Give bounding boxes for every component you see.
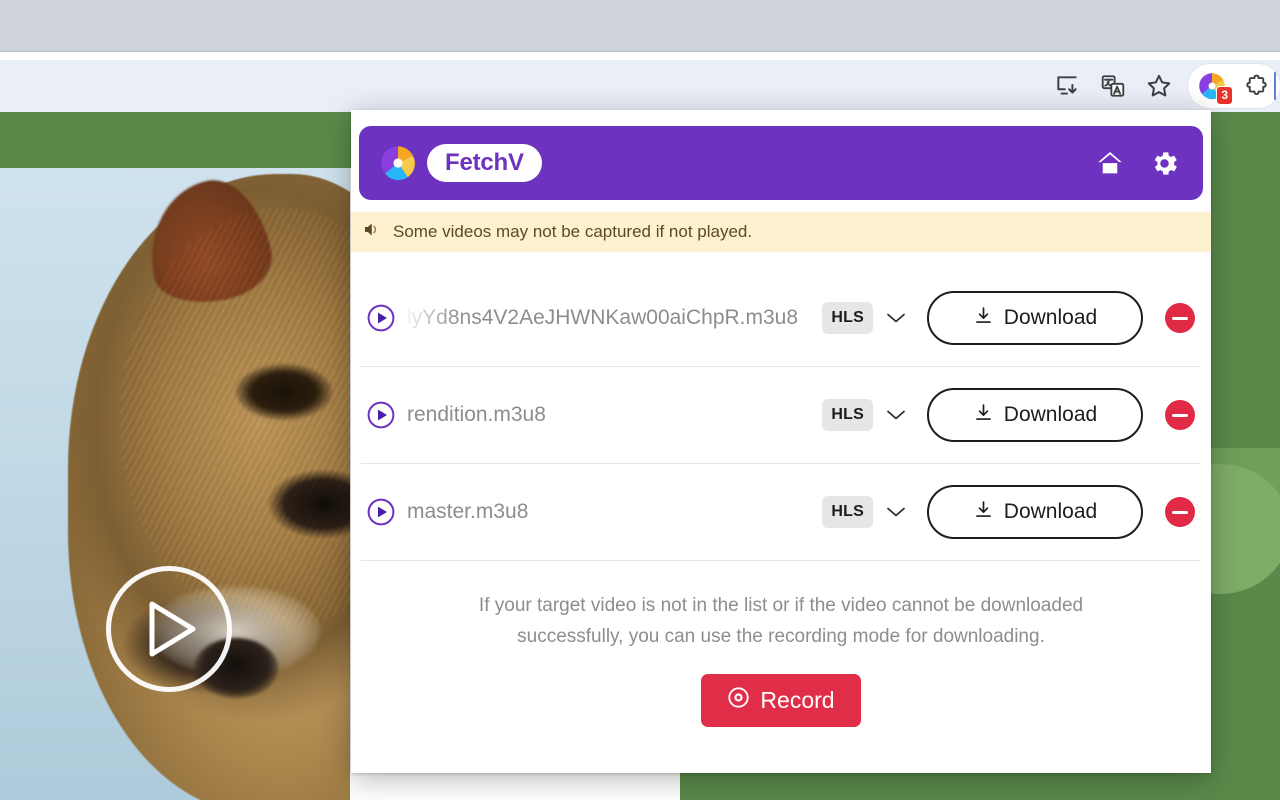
video-play-button[interactable] (106, 566, 232, 692)
remove-button[interactable] (1165, 303, 1195, 333)
preview-play-icon[interactable] (367, 401, 395, 429)
download-icon (973, 499, 994, 526)
extensions-puzzle-icon[interactable] (1234, 64, 1278, 108)
fetchv-logo-icon (379, 144, 417, 182)
format-badge: HLS (822, 302, 873, 334)
table-row: master.m3u8 HLS Download (361, 464, 1201, 561)
fetchv-extension-icon[interactable]: 3 (1190, 64, 1234, 108)
format-badge: HLS (822, 496, 873, 528)
video-filename: rendition.m3u8 (407, 403, 546, 426)
record-icon (727, 686, 750, 715)
minus-icon (1172, 510, 1188, 514)
video-filename: master.m3u8 (407, 500, 529, 523)
install-app-icon[interactable] (1044, 63, 1090, 109)
speaker-icon (363, 221, 382, 243)
download-button-label: Download (1003, 403, 1098, 426)
gear-icon[interactable] (1147, 146, 1181, 180)
brand: FetchV (379, 143, 542, 183)
video-player[interactable] (0, 168, 350, 800)
preview-play-icon[interactable] (367, 498, 395, 526)
chevron-down-icon[interactable] (879, 495, 913, 529)
minus-icon (1172, 316, 1188, 320)
chevron-down-icon[interactable] (879, 301, 913, 335)
capture-notice-text: Some videos may not be captured if not p… (393, 222, 753, 241)
preview-play-icon[interactable] (367, 304, 395, 332)
toolbar-right-edge-marker (1274, 72, 1276, 100)
download-icon (973, 402, 994, 429)
download-button-label: Download (1003, 306, 1098, 329)
record-button-wrap: Record (415, 673, 1147, 727)
remove-button[interactable] (1165, 400, 1195, 430)
chrome-gap (0, 53, 1280, 60)
record-button-label: Record (760, 686, 835, 713)
extension-badge-count: 3 (1216, 86, 1233, 105)
remove-button[interactable] (1165, 497, 1195, 527)
footer-hint-line2: successfully, you can use the recording … (517, 625, 1045, 647)
download-button[interactable]: Download (927, 485, 1143, 539)
minus-icon (1172, 413, 1188, 417)
download-button-label: Download (1003, 500, 1098, 523)
table-row: lyYd8ns4V2AeJHWNKaw00aiChpR.m3u8 HLS Dow… (361, 270, 1201, 367)
popup-header-actions (1093, 146, 1181, 180)
popup-footer: If your target video is not in the list … (351, 561, 1211, 727)
download-button[interactable]: Download (927, 291, 1143, 345)
record-button[interactable]: Record (701, 673, 861, 727)
video-list: lyYd8ns4V2AeJHWNKaw00aiChpR.m3u8 HLS Dow… (351, 270, 1211, 561)
popup-header: FetchV (359, 126, 1203, 200)
translate-icon[interactable] (1090, 63, 1136, 109)
chevron-down-icon[interactable] (879, 398, 913, 432)
capture-notice-banner: Some videos may not be captured if not p… (351, 212, 1211, 252)
bookmark-star-icon[interactable] (1136, 63, 1182, 109)
video-subject-detail (236, 364, 332, 420)
table-row: rendition.m3u8 HLS Download (361, 367, 1201, 464)
download-icon (973, 305, 994, 332)
home-icon[interactable] (1093, 146, 1127, 180)
browser-tab-strip[interactable] (0, 0, 1280, 52)
browser-toolbar-actions: 3 (1044, 60, 1280, 112)
format-badge: HLS (822, 399, 873, 431)
download-button[interactable]: Download (927, 388, 1143, 442)
fetchv-popup: FetchV Some videos may not be captured i… (351, 110, 1211, 773)
video-filename: lyYd8ns4V2AeJHWNKaw00aiChpR.m3u8 (407, 306, 799, 329)
footer-hint-line1: If your target video is not in the list … (478, 595, 1084, 616)
extension-pinned-group: 3 (1188, 64, 1280, 108)
brand-name: FetchV (427, 143, 542, 183)
screen: 3 FetchV Some videos may not be captured… (0, 0, 1280, 800)
